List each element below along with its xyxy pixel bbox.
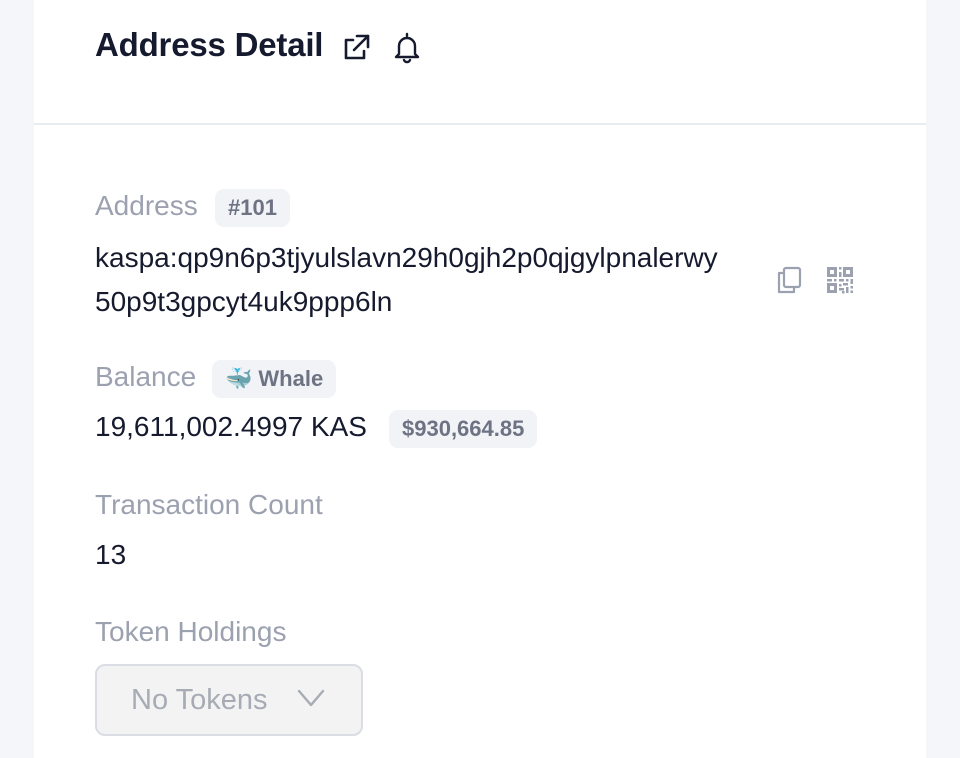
token-holdings-dropdown[interactable]: No Tokens (95, 664, 363, 736)
dropdown-selected-value: No Tokens (131, 683, 268, 716)
address-detail-card: Address Detail Address #101 kaspa:qp9n6p… (34, 0, 926, 758)
transaction-count-value: 13 (95, 539, 127, 570)
whale-badge: 🐳 Whale (212, 360, 337, 398)
address-label: Address (95, 190, 198, 221)
qr-code-icon[interactable] (826, 266, 854, 294)
whale-badge-label: Whale (258, 366, 324, 391)
external-link-icon[interactable] (340, 30, 370, 64)
page-title: Address Detail (95, 26, 324, 63)
bell-icon[interactable] (392, 30, 422, 64)
address-value-line1: kaspa:qp9n6p3tjyulslavn29h0gjh2p0qjgylpn… (95, 242, 718, 273)
chevron-down-icon (297, 687, 325, 709)
token-holdings-label: Token Holdings (95, 616, 287, 647)
balance-usd-badge: $930,664.85 (389, 410, 538, 448)
address-rank-badge: #101 (215, 189, 290, 227)
balance-label: Balance (95, 361, 197, 392)
copy-icon[interactable] (774, 265, 804, 295)
balance-amount: 19,611,002.4997 KAS (95, 411, 367, 442)
whale-icon: 🐳 (225, 366, 253, 391)
address-value-line2: 50p9t3gpcyt4uk9ppp6ln (95, 286, 393, 317)
card-header: Address Detail (34, 0, 926, 125)
transaction-count-label: Transaction Count (95, 489, 323, 520)
